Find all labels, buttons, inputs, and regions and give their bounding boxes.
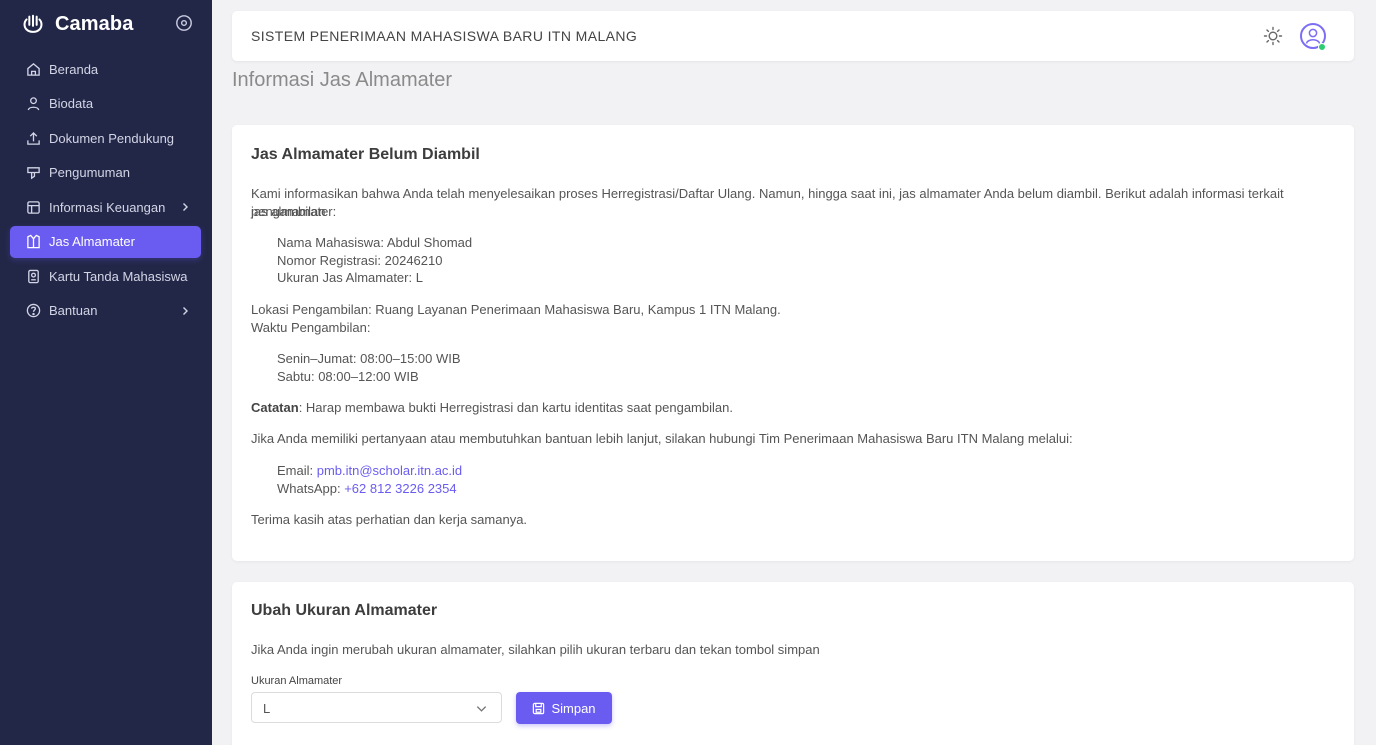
home-icon (25, 61, 41, 77)
sidebar-item-label: Kartu Tanda Mahasiswa (49, 268, 188, 284)
contact-list: Email: pmb.itn@scholar.itn.ac.id WhatsAp… (277, 462, 462, 497)
theme-toggle-sun-icon[interactable] (1263, 26, 1283, 46)
size-field-label: Ukuran Almamater (251, 675, 343, 687)
note-label: Catatan (251, 400, 299, 415)
pickup-time-label: Waktu Pengambilan: (251, 320, 371, 335)
sidebar-item-label: Beranda (49, 61, 99, 77)
sidebar-item-label: Jas Almamater (49, 234, 135, 249)
user-icon (25, 96, 41, 112)
sidebar-menu: Beranda Biodata Dokumen Pendukung Pengum… (10, 53, 201, 329)
sidebar-item-label: Pengumuman (49, 165, 130, 180)
save-button[interactable]: Simpan (516, 692, 612, 724)
chevron-right-icon (183, 203, 188, 211)
card-title: Jas Almamater Belum Diambil (251, 146, 480, 163)
shirt-icon (25, 234, 41, 250)
sidebar-item-pengumuman[interactable]: Pengumuman (10, 157, 201, 189)
size-select[interactable]: L (251, 692, 502, 723)
note-body: : Harap membawa bukti Herregistrasi dan … (298, 400, 733, 415)
online-status-dot (1318, 43, 1326, 51)
change-size-card: Ubah Ukuran Almamater Jika Anda ingin me… (232, 582, 1354, 745)
sidebar: Camaba Beranda Biodata Dokumen Pendukung (0, 0, 212, 745)
sidebar-item-bantuan[interactable]: Bantuan (10, 295, 201, 327)
schedule-weekday: Senin–Jumat: 08:00–15:00 WIB (277, 351, 461, 366)
sidebar-toggle-icon[interactable] (175, 14, 193, 32)
brand-name: Camaba (55, 12, 134, 35)
id-card-icon (25, 268, 41, 284)
closing-text: Terima kasih atas perhatian dan kerja sa… (251, 512, 528, 527)
sidebar-item-informasi-keuangan[interactable]: Informasi Keuangan (10, 191, 201, 223)
megaphone-icon (25, 165, 41, 181)
sidebar-item-label: Informasi Keuangan (49, 199, 166, 215)
sidebar-item-dokumen-pendukung[interactable]: Dokumen Pendukung (10, 122, 201, 154)
save-icon (533, 702, 545, 714)
contact-whatsapp: WhatsApp: +62 812 3226 2354 (277, 480, 462, 498)
schedule-saturday: Sabtu: 08:00–12:00 WIB (277, 368, 419, 384)
sidebar-item-jas-almamater[interactable]: Jas Almamater (10, 225, 201, 258)
card-title: Ubah Ukuran Almamater (251, 602, 438, 619)
sidebar-item-kartu-tanda-mahasiswa[interactable]: Kartu Tanda Mahasiswa (10, 260, 201, 292)
almamater-status-card: Jas Almamater Belum Diambil Kami informa… (232, 125, 1354, 561)
finance-icon (25, 199, 41, 215)
sidebar-item-beranda[interactable]: Beranda (10, 53, 201, 85)
brand-logo-icon (23, 14, 43, 33)
app-title: SISTEM PENERIMAAN MAHASISWA BARU ITN MAL… (251, 28, 638, 44)
sidebar-item-label: Dokumen Pendukung (49, 130, 175, 146)
detail-registration-number: Nomor Registrasi: 20246210 (277, 252, 443, 268)
pickup-location: Lokasi Pengambilan: Ruang Layanan Peneri… (251, 302, 781, 317)
chevron-right-icon (183, 306, 188, 315)
brand[interactable]: Camaba (22, 12, 133, 36)
help-icon (25, 303, 41, 319)
whatsapp-link[interactable]: +62 812 3226 2354 (344, 481, 456, 496)
contact-intro: Jika Anda memiliki pertanyaan atau membu… (251, 431, 1073, 446)
pickup-schedule-list: Senin–Jumat: 08:00–15:00 WIB Sabtu: 08:0… (277, 350, 461, 385)
sidebar-item-label: Bantuan (49, 303, 98, 318)
change-size-description: Jika Anda ingin merubah ukuran almamater… (251, 642, 820, 657)
contact-email: Email: pmb.itn@scholar.itn.ac.id (277, 462, 462, 480)
size-select-value: L (263, 701, 271, 716)
page-title: Informasi Jas Almamater (232, 69, 453, 91)
top-navbar: SISTEM PENERIMAAN MAHASISWA BARU ITN MAL… (232, 11, 1354, 61)
sidebar-item-label: Biodata (49, 96, 94, 111)
email-link[interactable]: pmb.itn@scholar.itn.ac.id (317, 463, 462, 478)
student-details-list: Nama Mahasiswa: Abdul Shomad Nomor Regis… (277, 234, 472, 287)
save-button-label: Simpan (551, 700, 596, 716)
email-label: Email: (277, 463, 317, 478)
upload-icon (25, 130, 41, 146)
note-text: Catatan: Harap membawa bukti Herregistra… (251, 399, 1331, 417)
intro-line-2: jas almamater: (251, 204, 337, 219)
sidebar-item-biodata[interactable]: Biodata (10, 88, 201, 120)
chevron-down-icon (476, 706, 487, 712)
whatsapp-label: WhatsApp: (277, 480, 345, 496)
detail-jacket-size: Ukuran Jas Almamater: L (277, 270, 423, 285)
detail-student-name: Nama Mahasiswa: Abdul Shomad (277, 235, 473, 250)
